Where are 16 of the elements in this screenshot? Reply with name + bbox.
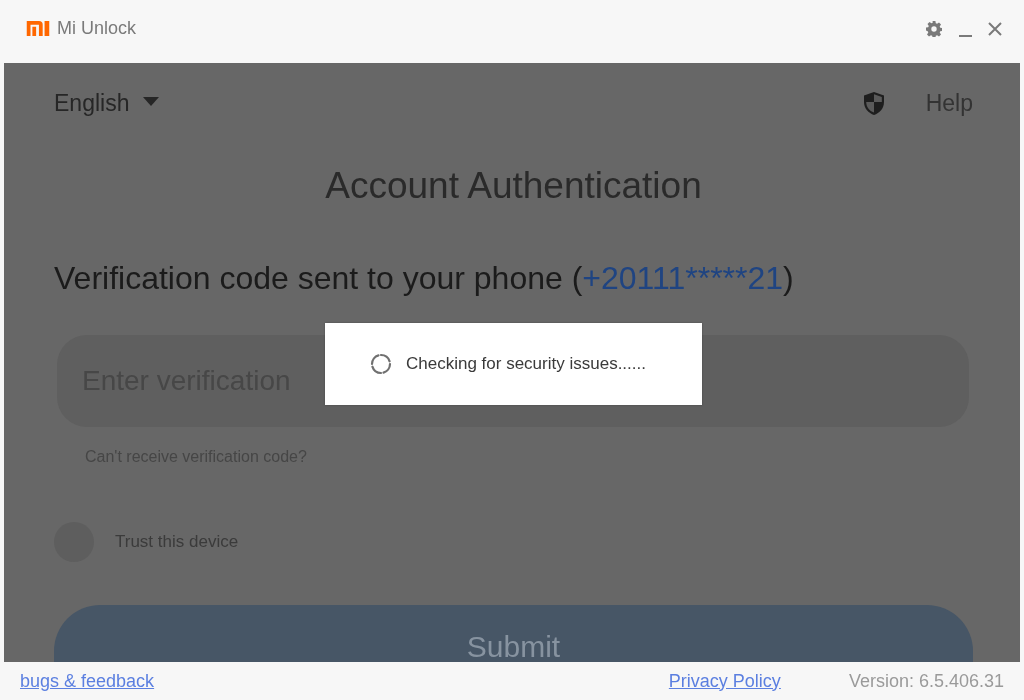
feedback-link[interactable]: bugs & feedback (20, 670, 155, 692)
close-icon[interactable] (988, 21, 1002, 36)
loading-message: Checking for security issues...... (406, 354, 646, 374)
window-title: Mi Unlock (57, 18, 136, 39)
caret-icon (143, 96, 160, 106)
logo-icon (26, 21, 50, 36)
language-dropdown[interactable]: English (54, 89, 160, 117)
spinner-icon (370, 353, 392, 375)
verification-prompt: Verification code sent to your phone (+20111*****21) (54, 259, 795, 298)
submit-button[interactable]: Submit (54, 605, 973, 662)
minimize-icon[interactable] (959, 34, 972, 37)
page-title: Account Authentication (324, 166, 703, 206)
version-label: Version: 6.5.406.31 (848, 670, 1004, 692)
privacy-policy-link[interactable]: Privacy Policy (668, 670, 781, 692)
shield-icon[interactable] (863, 91, 884, 115)
settings-icon[interactable] (926, 20, 942, 37)
